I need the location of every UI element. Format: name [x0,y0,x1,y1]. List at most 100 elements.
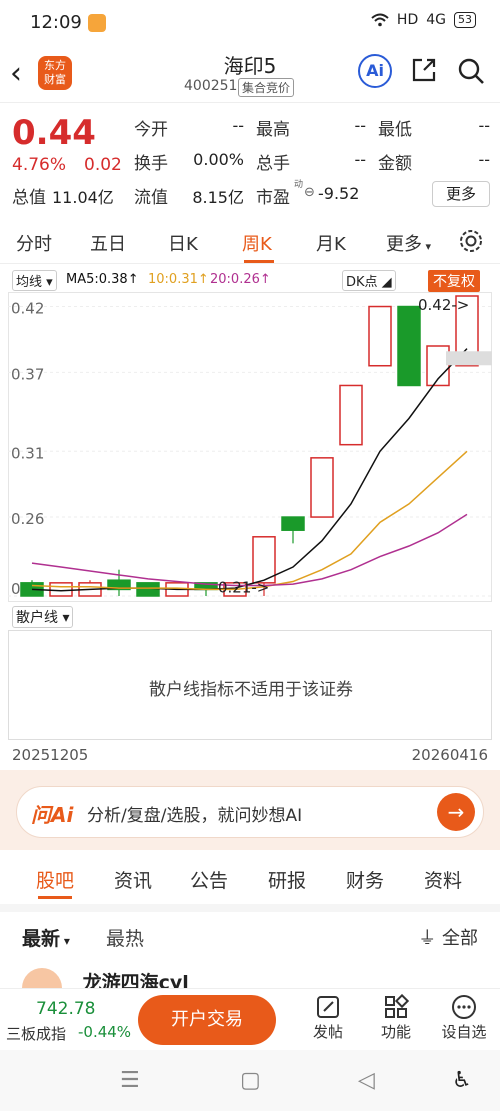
post-item-peek[interactable]: 龙游四海cyl [22,968,482,990]
stock-header: 海印5 ‹ 东方 财富 400251 集合竞价 Ai [0,46,500,102]
network-label: HD [396,12,419,28]
watchlist-button[interactable]: 设自选 [434,993,494,1042]
last-price: 0.44 [12,113,96,153]
ma-select[interactable]: 均线 ▾ [12,270,57,291]
tab-weekly-k[interactable]: 周K [242,230,272,256]
low-value: -- [478,116,490,135]
ai-section: 问Ai 分析/复盘/选股，就问妙想AI → [0,770,500,850]
ma-line-ma10 [31,450,468,591]
dk-point-select[interactable]: DK点 ◢ [342,270,396,291]
post-button[interactable]: 发帖 [298,993,358,1042]
tab-profile[interactable]: 资料 [424,866,462,893]
open-label: 今开 [134,120,168,140]
sort-newest-label: 最新 [22,928,61,950]
back-nav-icon[interactable]: ◁ [358,1068,375,1093]
menu-icon[interactable]: ☰ [120,1068,140,1093]
settings-icon[interactable] [458,228,484,254]
pe-value: -9.52 [318,184,360,203]
current-price-band [446,351,492,366]
indicator-row: 均线 ▾ MA5:0.38↑ 10:0.31↑ 20:0.26↑ DK点 ◢ [0,268,500,292]
amount-value: -- [478,150,490,169]
ma10-value: 10:0.31↑ [148,272,209,287]
battery-icon: 53 [454,12,476,28]
tab-more-label: 更多 [386,234,422,255]
auction-badge: 集合竞价 [238,78,295,97]
candle-down [397,305,421,387]
sort-newest[interactable]: 最新 ▾ [22,924,70,951]
float-label: 流值 [134,188,168,208]
period-tabs: 分时 五日 日K 周K 月K 更多 ▾ [0,220,500,264]
end-date: 20260416 [411,746,488,764]
turnover-value: 0.00% [193,150,244,169]
sanhu-select[interactable]: 散户线 ▾ [12,606,74,628]
candle-down [136,582,160,597]
high-value: -- [354,116,366,135]
high-label: 最高 [256,120,290,140]
volume-value: -- [354,150,366,169]
signal-label: 4G [426,12,446,28]
stock-code: 400251 [184,78,238,94]
candle-up [368,305,392,367]
tab-intraday[interactable]: 分时 [16,230,52,256]
status-time: 12:09 [30,12,82,33]
share-icon[interactable] [410,56,438,84]
tab-research[interactable]: 研报 [268,866,306,893]
candle-up [49,582,73,597]
ma20-value: 20:0.26↑ [210,272,271,287]
turnover-label: 换手 [134,154,168,174]
info-icon[interactable]: ⊖ [304,185,315,200]
logo-line2: 财富 [44,73,66,86]
y-tick-label: 0.26 [11,510,44,528]
ai-ask-bar[interactable]: 问Ai 分析/复盘/选股，就问妙想AI → [16,786,484,838]
bottom-toolbar: 742.78 三板成指 -0.44% 开户交易 发帖 功能 设自选 [0,988,500,1050]
low-label: 最低 [378,120,412,140]
ai-prompt-text: 分析/复盘/选股，就问妙想AI [87,806,303,826]
more-quote-button[interactable]: 更多 [432,181,490,207]
start-date: 20251205 [12,746,89,764]
change-amount: 0.02 [84,155,122,175]
filter-all[interactable]: ⏚ 全部 [418,924,478,950]
pe-dynamic-mark: 动 [294,180,304,190]
index-name: 三板成指 [6,1025,67,1043]
tab-announcements[interactable]: 公告 [190,866,228,893]
ma-line-ma20 [31,513,468,587]
adjust-button[interactable]: 不复权 [428,270,480,292]
more-dots-icon [452,995,476,1019]
tab-daily-k[interactable]: 日K [168,230,198,256]
home-icon[interactable]: ▢ [240,1068,261,1093]
logo-line1: 东方 [44,59,66,72]
ai-assistant-button[interactable]: Ai [358,54,392,88]
chevron-down-icon: ▾ [60,934,70,948]
index-value: 742.78 [36,999,96,1019]
sanhu-panel: 散户线指标不适用于该证券 [8,630,492,740]
change-percent: 4.76% [12,155,67,175]
weekly-k-chart[interactable]: 0.420.370.310.260.20.42->0.21-> [8,292,492,602]
dk-label: DK点 [346,275,378,290]
y-tick-label: 0.31 [11,444,44,462]
candle-up [339,384,363,446]
arrow-right-icon[interactable]: → [437,793,475,831]
filter-label: 全部 [442,928,478,949]
active-tab-indicator [244,260,274,263]
trade-button[interactable]: 开户交易 [138,995,276,1045]
ma5-value: MA5:0.38↑ [66,272,139,287]
back-icon[interactable]: ‹ [10,56,22,91]
tab-guba[interactable]: 股吧 [36,866,74,893]
post-filter-row: 最新 ▾ 最热 ⏚ 全部 [0,904,500,954]
pe-label: 市盈 [256,188,290,208]
search-icon[interactable] [456,56,486,86]
tab-news[interactable]: 资讯 [114,866,152,893]
watchlist-label: 设自选 [441,1023,487,1041]
status-bar: 12:09 HD 4G 53 [0,0,500,46]
tab-finance[interactable]: 财务 [346,866,384,893]
grid-icon [385,994,409,1018]
mktcap-label: 总值 [12,188,46,208]
tab-five-day[interactable]: 五日 [90,230,126,256]
sort-hottest[interactable]: 最热 [106,924,144,951]
accessibility-icon[interactable]: ♿ [452,1068,472,1093]
function-button[interactable]: 功能 [366,993,426,1042]
app-logo[interactable]: 东方 财富 [38,56,72,90]
tab-more[interactable]: 更多 ▾ [386,230,431,256]
edit-icon [317,996,339,1018]
tab-monthly-k[interactable]: 月K [316,230,346,256]
